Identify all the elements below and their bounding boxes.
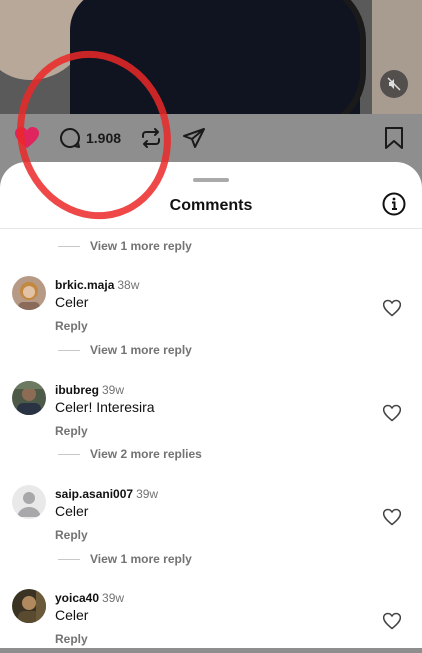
comment-item: saip.asani007 39w Celer Reply <box>0 485 422 549</box>
sheet-divider <box>0 228 422 229</box>
comment-text: Celer <box>55 503 89 519</box>
comment-username[interactable]: yoica40 <box>55 591 99 605</box>
comment-author[interactable]: yoica40 39w <box>55 591 124 605</box>
comment-username[interactable]: brkic.maja <box>55 278 114 292</box>
avatar[interactable] <box>12 276 46 310</box>
reply-button[interactable]: Reply <box>55 528 88 542</box>
comment-item: yoica40 39w Celer Reply <box>0 589 422 653</box>
reply-button[interactable]: Reply <box>55 319 88 333</box>
send-icon <box>183 128 205 148</box>
comment-text: Celer! Interesira <box>55 399 155 415</box>
comment-item: brkic.maja 38w Celer Reply <box>0 276 422 340</box>
comment-time: 39w <box>136 487 159 501</box>
reply-button[interactable]: Reply <box>55 424 88 438</box>
comment-item: ibubreg 39w Celer! Interesira Reply <box>0 381 422 445</box>
reply-thread-line <box>58 558 80 560</box>
info-icon <box>382 192 406 216</box>
mute-button[interactable] <box>380 70 408 98</box>
share-button[interactable] <box>182 126 206 150</box>
avatar-photo <box>12 381 46 415</box>
view-more-replies[interactable]: View 1 more reply <box>58 343 192 357</box>
info-button[interactable] <box>382 192 406 216</box>
video-frame-strap <box>300 0 366 114</box>
heart-outline-icon <box>382 612 402 630</box>
sheet-drag-handle[interactable] <box>193 178 229 182</box>
reply-thread-line <box>58 349 80 351</box>
comment-like-button[interactable] <box>382 611 402 631</box>
comment-author[interactable]: saip.asani007 39w <box>55 487 158 501</box>
view-more-replies-label: View 1 more reply <box>90 343 192 357</box>
speaker-muted-icon <box>387 77 401 91</box>
save-button[interactable] <box>384 126 404 150</box>
view-more-replies-label: View 1 more reply <box>90 552 192 566</box>
view-more-replies-label: View 2 more replies <box>90 447 202 461</box>
reply-thread-line <box>58 453 80 455</box>
comment-username[interactable]: saip.asani007 <box>55 487 133 501</box>
comment-author[interactable]: ibubreg 39w <box>55 383 124 397</box>
comments-sheet: Comments View 1 more reply brkic.maja 38w… <box>0 162 422 648</box>
heart-outline-icon <box>382 508 402 526</box>
reply-thread-line <box>58 245 80 247</box>
heart-outline-icon <box>382 299 402 317</box>
view-more-replies[interactable]: View 1 more reply <box>58 239 192 253</box>
comment-like-button[interactable] <box>382 507 402 527</box>
bookmark-icon <box>385 127 403 149</box>
comment-like-button[interactable] <box>382 298 402 318</box>
view-more-replies-label: View 1 more reply <box>90 239 192 253</box>
default-avatar-icon <box>12 485 46 519</box>
avatar[interactable] <box>12 485 46 519</box>
avatar[interactable] <box>12 589 46 623</box>
comment-text: Celer <box>55 607 89 623</box>
comment-username[interactable]: ibubreg <box>55 383 99 397</box>
comment-time: 39w <box>102 591 125 605</box>
comment-like-button[interactable] <box>382 403 402 423</box>
view-more-replies[interactable]: View 1 more reply <box>58 552 192 566</box>
comment-time: 38w <box>117 278 140 292</box>
comment-text: Celer <box>55 294 89 310</box>
heart-outline-icon <box>382 404 402 422</box>
avatar[interactable] <box>12 381 46 415</box>
comment-time: 39w <box>102 383 125 397</box>
comment-author[interactable]: brkic.maja 38w <box>55 278 139 292</box>
avatar-photo <box>12 589 46 623</box>
reply-button[interactable]: Reply <box>55 632 88 646</box>
view-more-replies[interactable]: View 2 more replies <box>58 447 202 461</box>
avatar-photo <box>12 276 46 310</box>
